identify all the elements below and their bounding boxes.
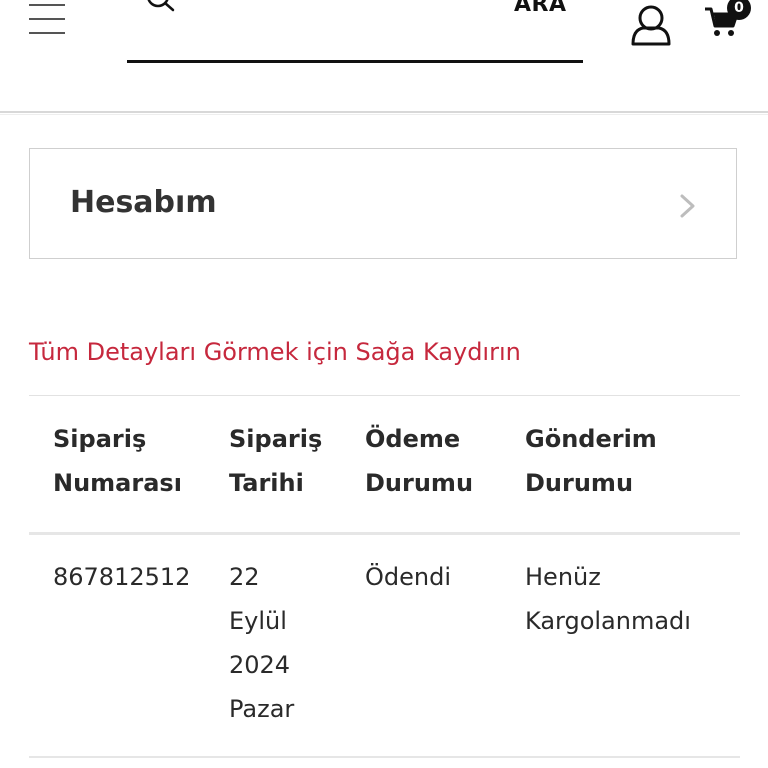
header-line: Ödeme: [365, 425, 461, 453]
search-button[interactable]: ARA: [514, 0, 567, 20]
site-header: ARA 0: [0, 0, 768, 115]
table-top-rule: [29, 395, 740, 396]
header-line: Sipariş: [229, 425, 323, 453]
hamburger-icon[interactable]: [29, 0, 65, 36]
header-line: Durumu: [365, 469, 474, 497]
header-shipping-status: Gönderim Durumu: [525, 417, 740, 505]
header-order-number: Sipariş Numarası: [53, 417, 223, 505]
cell-order-number[interactable]: 867812512: [53, 555, 223, 599]
account-title: Hesabım: [70, 185, 217, 220]
account-panel[interactable]: Hesabım: [29, 148, 737, 259]
header-line: Tarihi: [229, 469, 304, 497]
swipe-hint: Tüm Detayları Görmek için Sağa Kaydırın: [29, 338, 521, 366]
page: ARA 0 Hesabım Tüm Detayları Görmek için …: [0, 0, 768, 768]
cell-line: Eylül: [229, 607, 287, 635]
cell-line: Kargolanmadı: [525, 607, 691, 635]
header-line: Numarası: [53, 469, 182, 497]
search-input[interactable]: [187, 0, 491, 58]
cell-payment-status: Ödendi: [365, 555, 515, 599]
search-icon[interactable]: [145, 0, 177, 14]
header-divider: [0, 111, 768, 113]
header-payment-status: Ödeme Durumu: [365, 417, 515, 505]
hamburger-line: [29, 4, 65, 6]
hamburger-line: [29, 18, 65, 20]
cart-count-badge: 0: [727, 0, 751, 20]
table-header-rule: [29, 532, 740, 535]
cell-order-date: 22 Eylül 2024 Pazar: [229, 555, 359, 731]
header-order-date: Sipariş Tarihi: [229, 417, 359, 505]
cell-line: 22: [229, 563, 260, 591]
header-line: Sipariş: [53, 425, 147, 453]
cell-shipping-status: Henüz Kargolanmadı: [525, 555, 740, 643]
user-icon[interactable]: [629, 4, 673, 46]
table-bottom-rule: [29, 756, 740, 758]
cell-line: Pazar: [229, 695, 295, 723]
cell-line: Henüz: [525, 563, 601, 591]
cell-line: Ödendi: [365, 563, 452, 591]
header-line: Durumu: [525, 469, 634, 497]
cell-line: 867812512: [53, 563, 191, 591]
chevron-right-icon: [680, 194, 695, 218]
search-underline: [127, 60, 583, 63]
header-line: Gönderim: [525, 425, 657, 453]
hamburger-line: [29, 32, 65, 34]
header-divider: [0, 114, 768, 115]
cell-line: 2024: [229, 651, 291, 679]
